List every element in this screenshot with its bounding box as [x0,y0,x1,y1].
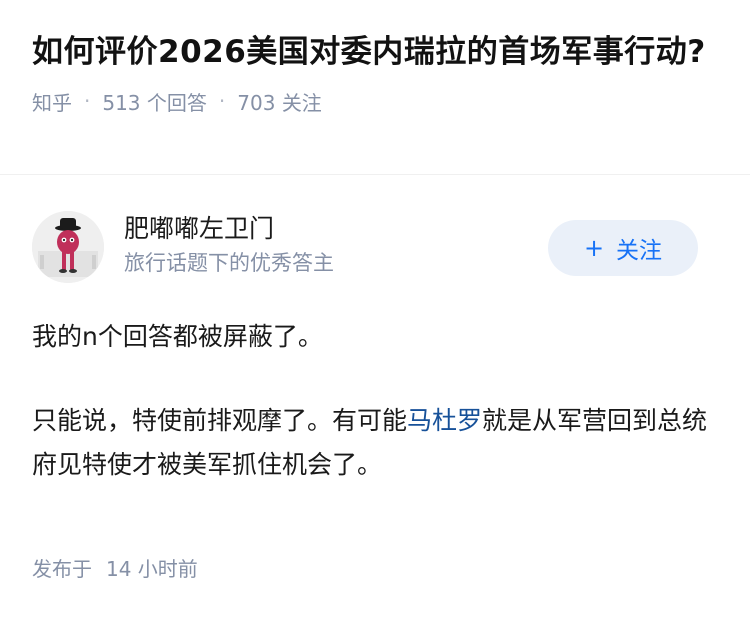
follow-button[interactable]: + 关注 [548,220,698,276]
keyword-link[interactable]: 马杜罗 [407,406,482,435]
follow-button-label: 关注 [616,238,663,264]
author-info: 肥嘟嘟左卫门 旅行话题下的优秀答主 [124,211,334,279]
follower-count-group[interactable]: 703 关注 [237,87,322,116]
follower-count-label: 关注 [281,90,322,115]
answer-count-label: 个回答 [146,90,207,115]
answer-count-group[interactable]: 513 个回答 [102,87,207,116]
published-time[interactable]: 发布于 14 小时前 [32,553,198,582]
avatar-image [32,211,104,283]
avatar[interactable] [32,211,104,283]
author-card: 肥嘟嘟左卫门 旅行话题下的优秀答主 + 关注 [0,175,750,285]
answer-paragraph: 只能说，特使前排观摩了。有可能马杜罗就是从军营回到总统府见特使才被美军抓住机会了… [32,399,718,487]
published-time-value: 14 小时前 [106,557,198,581]
separator-dot: · [218,89,226,113]
follower-count: 703 [237,90,276,115]
answer-content: 我的n个回答都被屏蔽了。 只能说，特使前排观摩了。有可能马杜罗就是从军营回到总统… [0,285,750,487]
question-meta: 知乎 · 513 个回答 · 703 关注 [32,86,718,116]
published-label: 发布于 [32,557,92,581]
answer-count: 513 [102,90,141,115]
author-name[interactable]: 肥嘟嘟左卫门 [124,211,334,247]
question-title[interactable]: 如何评价2026美国对委内瑞拉的首场军事行动? [32,26,718,78]
answer-text: 只能说，特使前排观摩了。有可能 [32,406,408,435]
separator-dot: · [84,89,91,113]
answer-paragraph: 我的n个回答都被屏蔽了。 [32,322,323,351]
question-header: 如何评价2026美国对委内瑞拉的首场军事行动? 知乎 · 513 个回答 · 7… [0,0,750,175]
author-description: 旅行话题下的优秀答主 [124,251,334,275]
platform-label[interactable]: 知乎 [32,87,72,116]
plus-icon: + [583,234,605,262]
